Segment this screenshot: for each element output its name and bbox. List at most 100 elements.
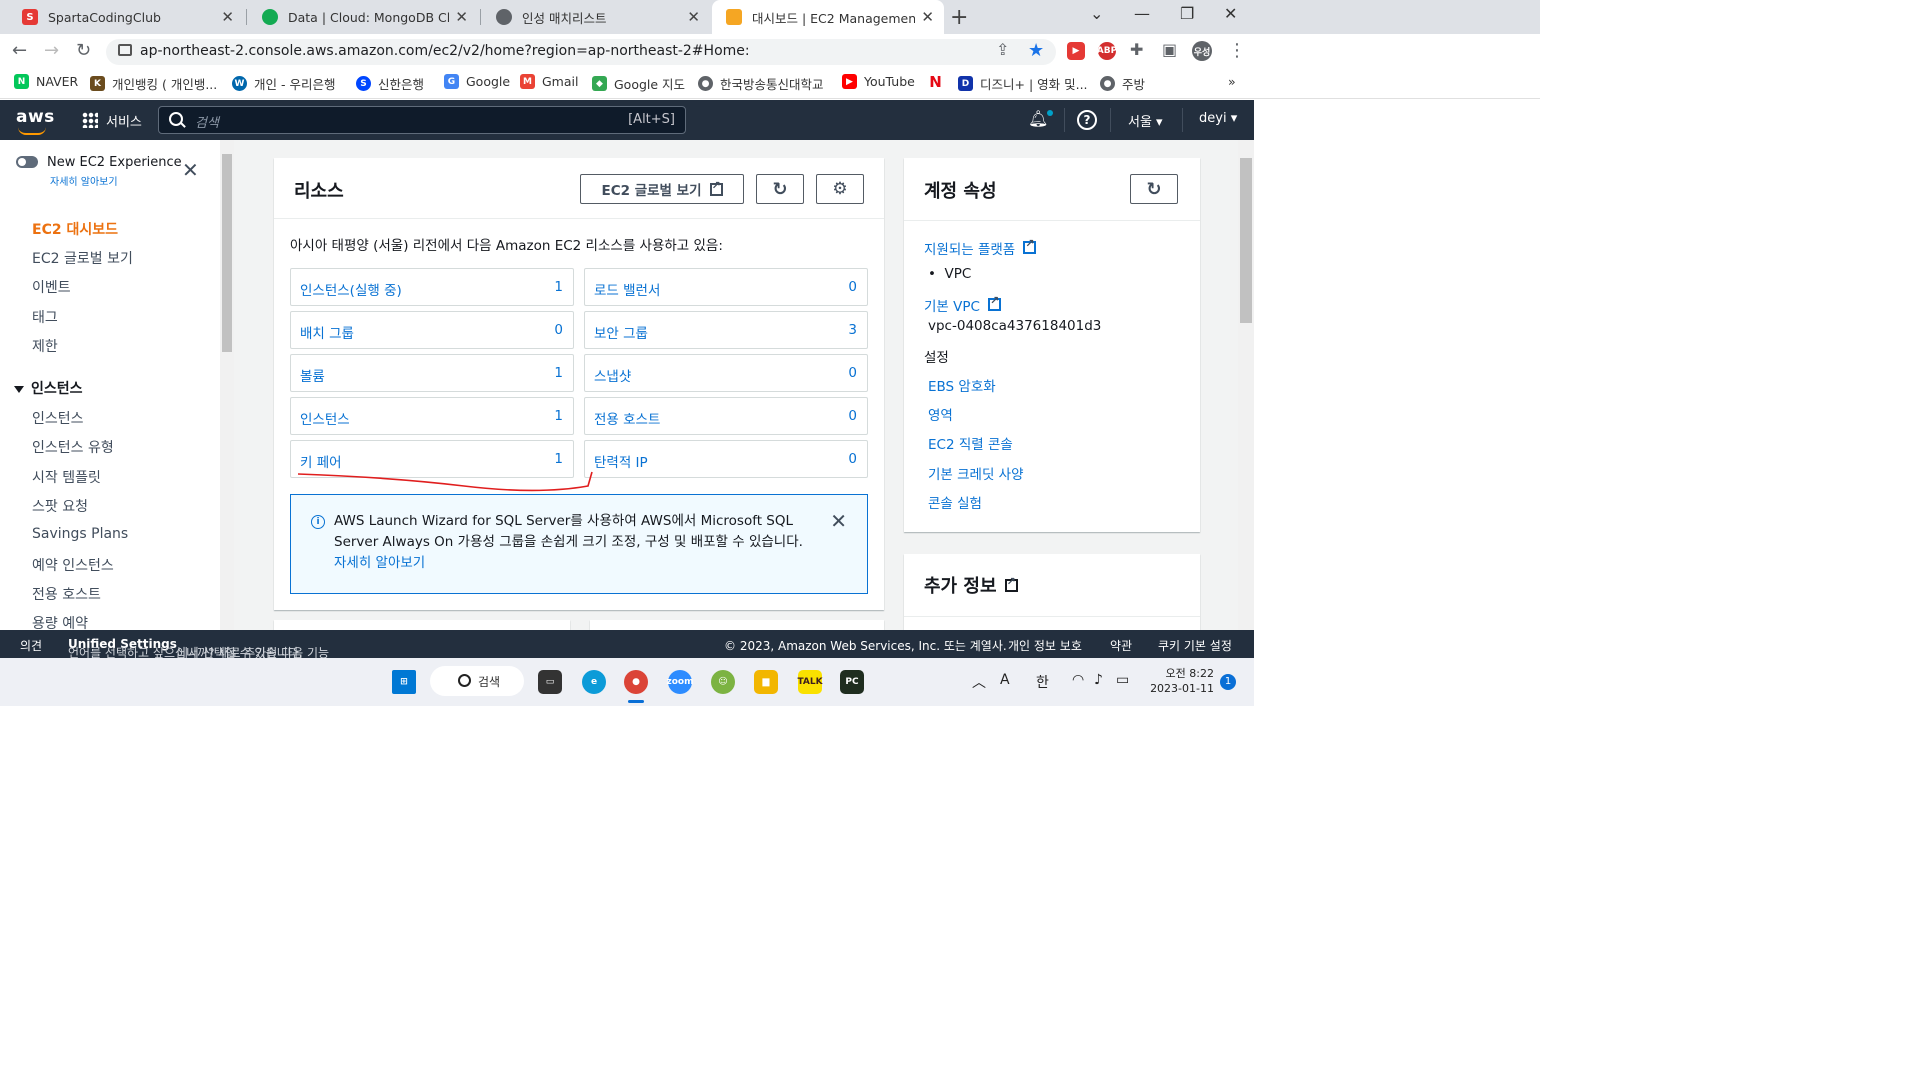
ec2-global-view-button[interactable]: EC2 글로벌 보기 xyxy=(580,174,744,204)
battery-icon[interactable]: ▭ xyxy=(1116,672,1129,688)
dismiss-alert-icon[interactable]: ✕ xyxy=(830,509,847,533)
task-view-icon[interactable]: ▭ xyxy=(538,670,562,694)
sidebar-item-ec2-dashboard[interactable]: EC2 대시보드 xyxy=(32,219,118,239)
sidebar-item-instances[interactable]: 인스턴스 xyxy=(32,408,84,428)
sidebar-item-capacity-reservations[interactable]: 용량 예약 xyxy=(32,613,88,630)
bookmark-gmail[interactable]: M Gmail xyxy=(520,74,578,89)
bookmark-star-icon[interactable]: ★ xyxy=(1028,40,1044,61)
sidebar-item-reserved-instances[interactable]: 예약 인스턴스 xyxy=(32,555,114,575)
close-tab-icon[interactable]: ✕ xyxy=(455,8,468,26)
bell-icon[interactable]: 🔔︎ xyxy=(1028,109,1048,128)
tab-sparta[interactable]: S SpartaCodingClub ✕ xyxy=(8,0,244,34)
sidebar-item-global-view[interactable]: EC2 글로벌 보기 xyxy=(32,248,133,268)
taskbar-search[interactable]: 검색 xyxy=(430,666,524,696)
sidebar-item-instance-types[interactable]: 인스턴스 유형 xyxy=(32,437,114,457)
bookmark-shinhan[interactable]: S 신한은행 xyxy=(356,74,424,93)
account-refresh-button[interactable]: ↻ xyxy=(1130,174,1178,204)
sidebar-item-tags[interactable]: 태그 xyxy=(32,307,58,327)
feedback-link[interactable]: 의견 xyxy=(20,637,42,654)
ime-indicator[interactable]: 한 xyxy=(1036,672,1049,692)
main-scrollbar[interactable] xyxy=(1238,140,1254,630)
more-info-title[interactable]: 추가 정보 xyxy=(924,572,1018,598)
resource-running-instances[interactable]: 인스턴스(실행 중) 1 xyxy=(290,268,574,306)
default-credit-spec-link[interactable]: 기본 크레딧 사양 xyxy=(928,463,1024,483)
sidebar-scrollbar[interactable] xyxy=(220,140,234,630)
volume-icon[interactable]: ♪ xyxy=(1094,672,1103,688)
minimize-icon[interactable]: — xyxy=(1134,4,1150,23)
resource-elastic-ips[interactable]: 탄력적 IP 0 xyxy=(584,440,868,478)
new-tab-icon[interactable]: + xyxy=(950,5,968,30)
region-selector[interactable]: 서울 ▾ xyxy=(1128,111,1163,130)
settings-button[interactable]: ⚙ xyxy=(816,174,864,204)
url-field[interactable]: ap-northeast-2.console.aws.amazon.com/ec… xyxy=(106,39,1056,65)
zoom-icon[interactable]: zoom xyxy=(667,670,694,694)
learn-more-link[interactable]: 자세히 알아보기 xyxy=(50,173,118,188)
resource-instances[interactable]: 인스턴스 1 xyxy=(290,397,574,435)
ebs-encryption-link[interactable]: EBS 암호화 xyxy=(928,375,996,395)
bookmark-disney[interactable]: D 디즈니+ | 영화 및... xyxy=(958,74,1088,93)
reload-icon[interactable]: ↻ xyxy=(76,40,91,61)
sidebar-item-spot-requests[interactable]: 스팟 요청 xyxy=(32,496,88,516)
resource-security-groups[interactable]: 보안 그룹 3 xyxy=(584,311,868,349)
refresh-button[interactable]: ↻ xyxy=(756,174,804,204)
new-experience-toggle[interactable] xyxy=(16,156,38,168)
extensions-puzzle-icon[interactable]: ✚ xyxy=(1130,40,1143,59)
close-sidebar-icon[interactable]: ✕ xyxy=(182,158,199,182)
edge-icon[interactable]: e xyxy=(582,670,606,694)
sidebar-item-launch-templates[interactable]: 시작 템플릿 xyxy=(32,467,101,487)
forward-icon[interactable]: → xyxy=(44,40,59,61)
bookmark-kb[interactable]: K 개인뱅킹 ( 개인뱅... xyxy=(90,74,217,93)
services-grid-icon[interactable] xyxy=(82,112,98,128)
bookmark-knou[interactable]: ● 한국방송통신대학교 xyxy=(698,74,824,93)
resource-volumes[interactable]: 볼륨 1 xyxy=(290,354,574,392)
tab-search-icon[interactable]: ⌄ xyxy=(1090,4,1103,23)
menu-kebab-icon[interactable]: ⋮ xyxy=(1228,40,1246,61)
android-app-icon[interactable]: ☺ xyxy=(711,670,735,694)
close-tab-icon[interactable]: ✕ xyxy=(687,8,700,26)
file-explorer-icon[interactable]: ▆ xyxy=(754,670,778,694)
services-menu[interactable]: 서비스 xyxy=(106,111,142,130)
resource-placement-groups[interactable]: 배치 그룹 0 xyxy=(290,311,574,349)
privacy-link[interactable]: 개인 정보 보호 xyxy=(1008,637,1082,654)
pycharm-icon[interactable]: PC xyxy=(840,670,864,694)
sidebar-section-instances[interactable]: 인스턴스 xyxy=(14,378,83,398)
close-tab-icon[interactable]: ✕ xyxy=(921,8,934,26)
cookie-preferences-link[interactable]: 쿠키 기본 설정 xyxy=(1158,637,1232,654)
resource-snapshots[interactable]: 스냅샷 0 xyxy=(584,354,868,392)
bookmark-naver[interactable]: N NAVER xyxy=(14,74,78,89)
back-icon[interactable]: ← xyxy=(12,40,27,61)
kakaotalk-icon[interactable]: TALK xyxy=(797,670,823,694)
side-panel-icon[interactable]: ▣ xyxy=(1162,40,1177,59)
tab-match[interactable]: 인성 매치리스트 ✕ xyxy=(482,0,710,34)
adblock-icon[interactable]: ABP xyxy=(1097,42,1117,60)
bookmark-kitchen[interactable]: ● 주방 xyxy=(1100,74,1145,93)
help-icon[interactable]: ? xyxy=(1077,110,1097,130)
bookmarks-overflow[interactable]: » xyxy=(1228,74,1236,89)
share-icon[interactable]: ⇪ xyxy=(996,40,1009,59)
account-menu[interactable]: deyi ▾ xyxy=(1199,111,1237,126)
bookmark-netflix[interactable]: N xyxy=(928,73,950,91)
bookmark-google-maps[interactable]: ◆ Google 지도 xyxy=(592,74,685,93)
aws-search-input[interactable]: 검색 [Alt+S] xyxy=(158,106,686,134)
supported-platforms-link[interactable]: 지원되는 플랫폼 xyxy=(924,237,1037,258)
resource-dedicated-hosts[interactable]: 전용 호스트 0 xyxy=(584,397,868,435)
tab-mongodb[interactable]: Data | Cloud: MongoDB Cloud ✕ xyxy=(248,0,478,34)
sidebar-item-savings-plans[interactable]: Savings Plans xyxy=(32,526,128,542)
close-tab-icon[interactable]: ✕ xyxy=(221,8,234,26)
sidebar-item-limits[interactable]: 제한 xyxy=(32,336,58,356)
notification-badge[interactable]: 1 xyxy=(1220,674,1236,690)
close-window-icon[interactable]: ✕ xyxy=(1224,4,1237,23)
bookmark-google[interactable]: G Google xyxy=(444,74,510,89)
clock[interactable]: 오전 8:22 2023-01-11 xyxy=(1150,666,1214,696)
sidebar-item-events[interactable]: 이벤트 xyxy=(32,277,71,297)
tray-overflow-icon[interactable]: ︿ xyxy=(972,672,986,692)
profile-avatar[interactable]: 우성 xyxy=(1192,41,1212,61)
default-vpc-link[interactable]: 기본 VPC xyxy=(924,294,1001,315)
wifi-icon[interactable]: ◠ xyxy=(1072,672,1084,688)
bookmark-youtube[interactable]: ▶ YouTube xyxy=(842,74,915,89)
info-learn-more-link[interactable]: 자세히 알아보기 xyxy=(334,555,425,571)
zones-link[interactable]: 영역 xyxy=(928,404,953,424)
chrome-icon[interactable]: ● xyxy=(624,670,648,694)
ec2-serial-console-link[interactable]: EC2 직렬 콘솔 xyxy=(928,433,1013,453)
pen-icon[interactable]: A xyxy=(1000,672,1010,688)
